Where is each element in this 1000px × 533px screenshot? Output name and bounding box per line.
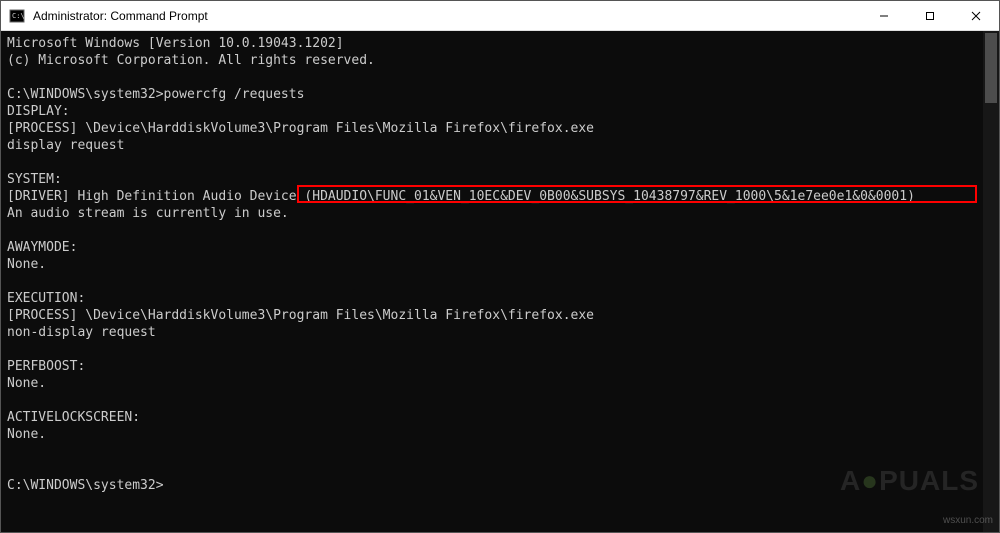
svg-text:C:\: C:\: [12, 12, 25, 20]
window-controls: [861, 1, 999, 30]
cmd-icon: C:\: [9, 8, 25, 24]
titlebar[interactable]: C:\ Administrator: Command Prompt: [1, 1, 999, 31]
terminal-area[interactable]: Microsoft Windows [Version 10.0.19043.12…: [1, 31, 999, 532]
close-button[interactable]: [953, 1, 999, 30]
command-prompt-window: C:\ Administrator: Command Prompt Micros…: [0, 0, 1000, 533]
scrollbar-thumb[interactable]: [985, 33, 997, 103]
window-title: Administrator: Command Prompt: [33, 9, 861, 23]
minimize-button[interactable]: [861, 1, 907, 30]
scrollbar[interactable]: [983, 31, 999, 532]
terminal-output: Microsoft Windows [Version 10.0.19043.12…: [1, 31, 999, 498]
maximize-button[interactable]: [907, 1, 953, 30]
